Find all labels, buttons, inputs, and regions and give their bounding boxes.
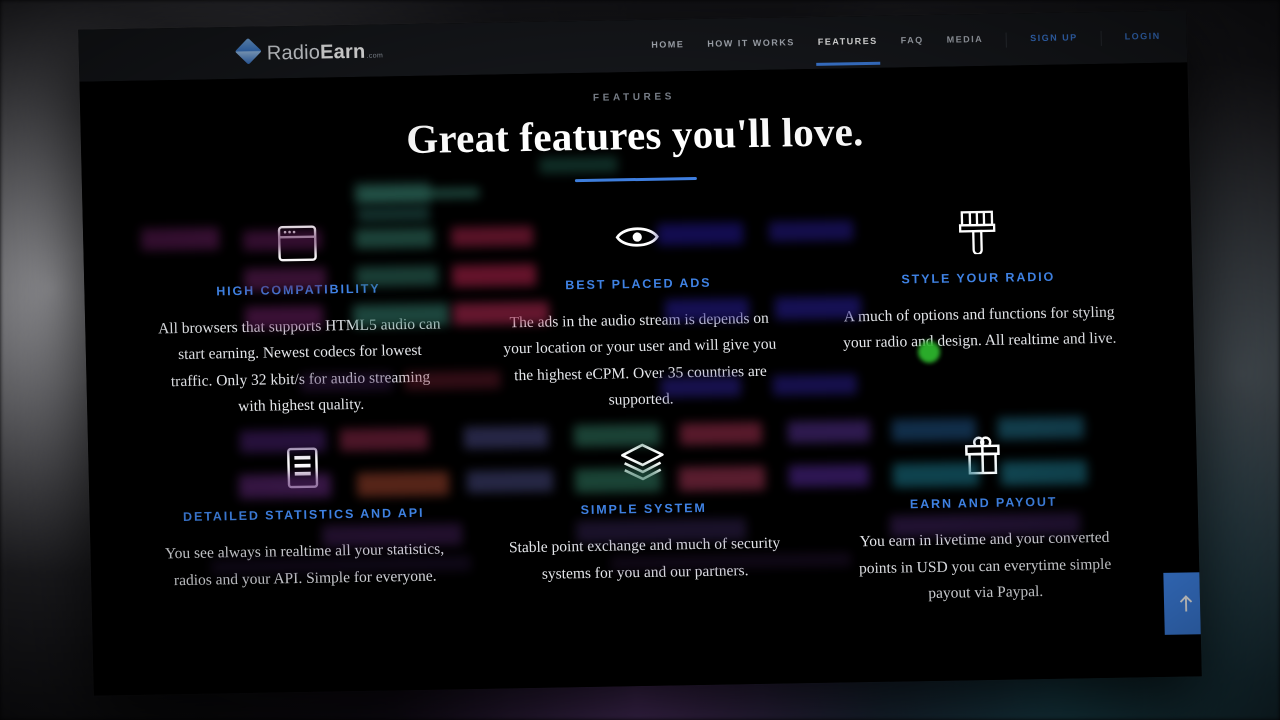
page-content: FEATURES Great features you'll love. HIG… [79, 62, 1202, 696]
scroll-to-top-button[interactable] [1163, 572, 1202, 635]
feature-title: EARN AND PAYOUT [909, 494, 1058, 512]
website-page: RadioEarn.com HOME HOW IT WORKS FEATURES… [78, 10, 1202, 696]
brand-suffix: .com [366, 52, 384, 60]
feature-description: Stable point exchange and much of securi… [508, 534, 781, 583]
layers-icon [498, 432, 787, 493]
feature-title: DETAILED STATISTICS AND API [182, 505, 425, 525]
document-list-icon [158, 438, 447, 499]
page-title: Great features you'll love. [405, 108, 864, 163]
feature-best-placed-ads: BEST PLACED ADS The ads in the audio str… [467, 206, 812, 418]
nav-item-features[interactable]: FEATURES [818, 35, 878, 49]
feature-description: All browsers that supports HTML5 audio c… [157, 314, 441, 416]
feature-earn-and-payout: EARN AND PAYOUT You earn in livetime and… [812, 425, 1156, 610]
feature-detailed-statistics-and-api: DETAILED STATISTICS AND API You see alwa… [132, 437, 476, 622]
nav-divider [1006, 32, 1008, 48]
brand-strong: Earn [319, 40, 366, 64]
feature-style-your-radio: STYLE YOUR RADIO A much of options and f… [807, 200, 1152, 412]
feature-title: STYLE YOUR RADIO [901, 269, 1056, 286]
main-navigation: HOME HOW IT WORKS FEATURES FAQ MEDIA SIG… [651, 29, 1161, 53]
feature-simple-system: SIMPLE SYSTEM Stable point exchange and … [472, 431, 816, 616]
radioearn-diamond-icon [234, 37, 262, 65]
feature-description: The ads in the audio stream is depends o… [503, 309, 777, 410]
feature-title: SIMPLE SYSTEM [580, 500, 707, 518]
nav-divider-2 [1100, 30, 1102, 46]
brand-prefix: Radio [266, 41, 321, 65]
nav-item-home[interactable]: HOME [651, 39, 684, 53]
feature-description: A much of options and functions for styl… [842, 303, 1117, 352]
feature-title: BEST PLACED ADS [565, 275, 712, 292]
brand-text: RadioEarn.com [266, 40, 384, 65]
arrow-up-icon [1179, 595, 1193, 612]
eye-icon [493, 206, 782, 267]
nav-item-how-it-works[interactable]: HOW IT WORKS [707, 37, 795, 52]
features-grid: HIGH COMPATIBILITY All browsers that sup… [82, 171, 1200, 623]
feature-description: You earn in livetime and your converted … [858, 528, 1112, 603]
feature-description: You see always in realtime all your stat… [164, 540, 445, 589]
nav-item-login[interactable]: LOGIN [1125, 30, 1161, 44]
browser-page-wrapper: RadioEarn.com HOME HOW IT WORKS FEATURES… [0, 0, 1280, 720]
gift-box-icon [838, 426, 1127, 487]
nav-item-faq[interactable]: FAQ [901, 35, 924, 48]
nav-item-sign-up[interactable]: SIGN UP [1030, 32, 1078, 46]
paintbrush-icon [833, 200, 1122, 261]
brand-logo[interactable]: RadioEarn.com [234, 37, 384, 65]
browser-window-icon [153, 212, 442, 273]
feature-high-compatibility: HIGH COMPATIBILITY All browsers that sup… [127, 212, 472, 424]
nav-item-media[interactable]: MEDIA [947, 33, 984, 47]
feature-title: HIGH COMPATIBILITY [216, 281, 381, 298]
